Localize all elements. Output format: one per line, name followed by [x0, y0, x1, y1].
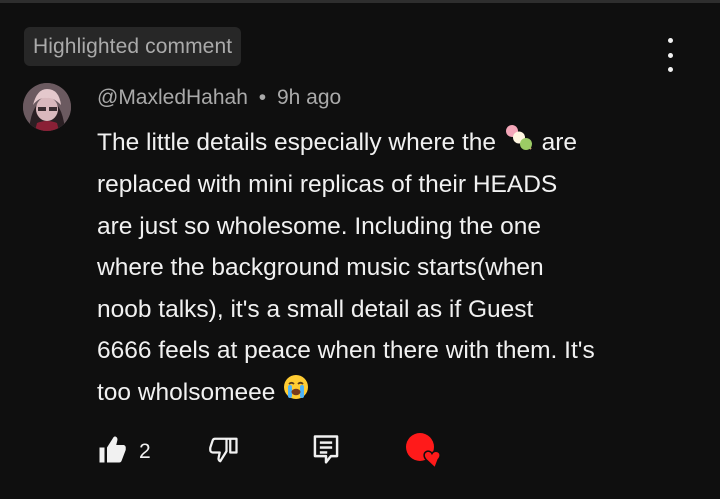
comment-line: replaced with mini replicas of their HEA…: [97, 171, 558, 199]
thumbs-up-icon: [97, 435, 127, 470]
comment-text: The little details especially where the …: [97, 122, 697, 414]
comment-text-segment: The little details especially where the: [97, 129, 503, 156]
menu-dot: [667, 38, 673, 43]
comment-line: too wholsomeee: [97, 372, 697, 414]
comment-text-segment: are: [534, 129, 578, 156]
menu-dot: [667, 52, 673, 58]
dislike-button[interactable]: [209, 432, 239, 472]
author-name[interactable]: @MaxledHahah: [97, 86, 248, 109]
creator-heart-icon: [402, 430, 448, 475]
thumbs-down-icon: [209, 435, 239, 470]
comment-line: 6666 feels at peace when there with them…: [97, 337, 595, 365]
dango-emoji: [503, 123, 535, 165]
like-button[interactable]: 2: [97, 432, 151, 472]
comment-header: @MaxledHahah • 9h ago: [97, 86, 341, 110]
loudly-crying-face-emoji: [282, 373, 310, 415]
comment-text-segment: too wholsomeee: [97, 378, 283, 406]
comment-line: The little details especially where the …: [97, 122, 697, 164]
avatar[interactable]: [23, 83, 71, 131]
comment-timestamp[interactable]: 9h ago: [277, 86, 341, 109]
reply-icon: [311, 434, 341, 471]
comment-line: noob talks), it's a small detail as if G…: [97, 295, 534, 323]
top-divider: [0, 0, 720, 3]
like-count: 2: [139, 440, 151, 463]
comment-line: are just so wholesome. Including the one: [97, 212, 541, 240]
menu-dot: [667, 67, 673, 72]
highlighted-comment-badge: Highlighted comment: [24, 27, 242, 66]
reply-button[interactable]: [311, 432, 341, 472]
creator-heart-button[interactable]: [402, 432, 448, 472]
separator-dot: •: [258, 86, 267, 109]
comment-line: where the background music starts(when: [97, 254, 544, 282]
more-options-icon[interactable]: [655, 38, 685, 72]
